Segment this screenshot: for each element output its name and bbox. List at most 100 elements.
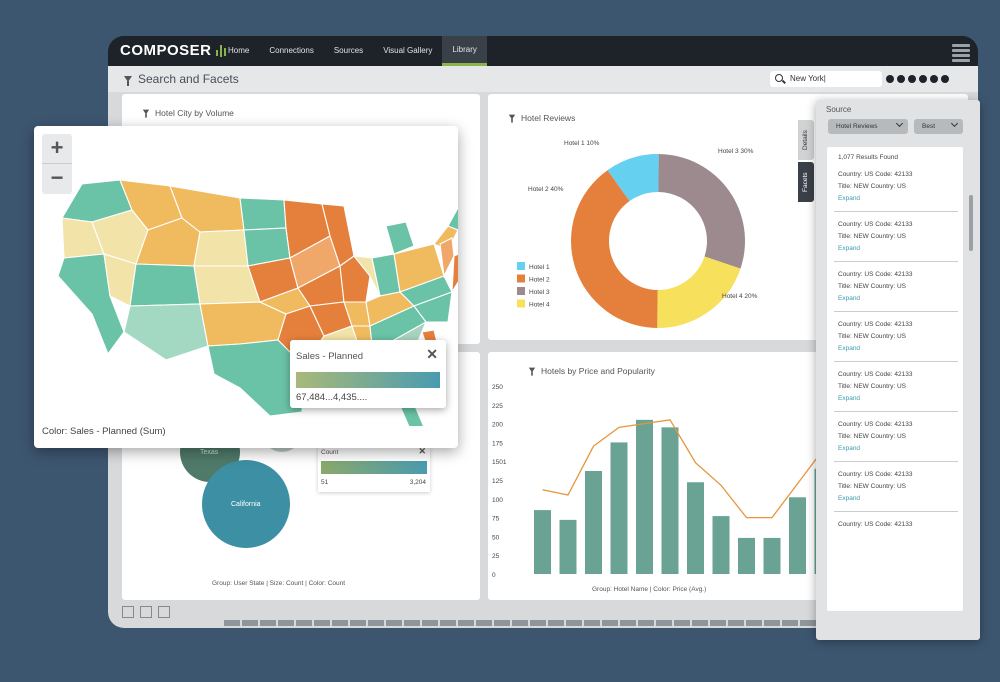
- panel-title-text: Hotel City by Volume: [155, 108, 234, 118]
- view-square-icon[interactable]: [122, 606, 134, 618]
- filter-icon[interactable]: [124, 76, 132, 86]
- nav-connections[interactable]: Connections: [259, 36, 323, 66]
- filter-icon[interactable]: [528, 367, 536, 376]
- legend-swatch: [517, 299, 525, 308]
- main-nav: Home Connections Sources Visual Gallery …: [218, 36, 487, 66]
- results-list: 1,077 Results Found Country: US Code: 42…: [827, 147, 963, 611]
- map-caption: Color: Sales - Planned (Sum): [42, 426, 166, 437]
- dot-icon[interactable]: [930, 75, 938, 83]
- result-line: Country: US Code: 42133: [838, 271, 913, 278]
- results-scrollbar[interactable]: [969, 195, 973, 251]
- legend-swatch: [517, 287, 525, 295]
- slice-label: Hotel 3 30%: [718, 148, 754, 155]
- result-item[interactable]: Country: US Code: 42133 Title: NEW Countr…: [834, 319, 962, 362]
- dot-icon[interactable]: [919, 75, 927, 83]
- slice-label: Hotel 2 40%: [528, 186, 564, 193]
- y-tick-label: 50: [492, 534, 500, 541]
- donut-slice[interactable]: [658, 154, 745, 269]
- state-region[interactable]: [129, 263, 201, 307]
- result-line: Title: NEW Country: US: [838, 433, 907, 440]
- expand-link[interactable]: Expand: [838, 193, 962, 205]
- close-icon[interactable]: ✕: [426, 346, 438, 363]
- bubble-label: Texas: [200, 449, 219, 456]
- toolbar-dots: [886, 75, 952, 83]
- zoom-controls: + −: [42, 134, 72, 194]
- bar[interactable]: [636, 419, 653, 574]
- filter-icon[interactable]: [142, 109, 150, 118]
- bar[interactable]: [610, 442, 628, 574]
- nav-sources[interactable]: Sources: [324, 36, 373, 66]
- dot-icon[interactable]: [886, 75, 894, 83]
- search-value: New York|: [790, 74, 826, 83]
- divider: [834, 411, 958, 412]
- view-square-icon[interactable]: [158, 606, 170, 618]
- dot-icon[interactable]: [897, 75, 905, 83]
- source-dropdown[interactable]: Hotel Reviews: [828, 119, 908, 134]
- result-line: Title: NEW Country: US: [838, 283, 907, 290]
- bar[interactable]: [738, 537, 755, 574]
- dot-icon[interactable]: [908, 75, 916, 83]
- expand-link[interactable]: Expand: [838, 293, 962, 305]
- expand-link[interactable]: Expand: [838, 243, 962, 255]
- y-tick-label: 225: [492, 403, 503, 410]
- state-region[interactable]: [239, 197, 287, 231]
- result-line: Title: NEW Country: US: [838, 183, 907, 190]
- toolbar-title: Search and Facets: [138, 72, 239, 86]
- count-gradient: [321, 461, 427, 474]
- result-item[interactable]: Country: US Code: 42133 Title: NEW Countr…: [834, 419, 962, 462]
- expand-link[interactable]: Expand: [838, 493, 962, 505]
- result-item[interactable]: Country: US Code: 42133 Title: NEW Countr…: [834, 269, 962, 312]
- bar[interactable]: [687, 482, 704, 574]
- divider: [834, 361, 958, 362]
- state-region[interactable]: [385, 221, 415, 255]
- zoom-out-button[interactable]: −: [42, 164, 72, 194]
- result-line: Country: US Code: 42133: [838, 371, 913, 378]
- bar[interactable]: [763, 537, 781, 574]
- bar[interactable]: [789, 497, 806, 574]
- expand-link[interactable]: Expand: [838, 443, 962, 455]
- result-item[interactable]: Country: US Code: 42133 Title: NEW Countr…: [834, 219, 962, 262]
- dot-icon[interactable]: [941, 75, 949, 83]
- bottom-scroll-strip[interactable]: [224, 620, 824, 626]
- nav-home[interactable]: Home: [218, 36, 259, 66]
- result-item[interactable]: Country: US Code: 42133 Title: NEW Countr…: [834, 469, 962, 512]
- dropdown-value: Best: [922, 123, 936, 130]
- sales-legend-title: Sales - Planned: [296, 351, 364, 362]
- search-input[interactable]: New York|: [770, 71, 882, 87]
- chevron-down-icon: [950, 119, 959, 128]
- result-line: Country: US Code: 42133: [838, 521, 913, 528]
- nav-visual-gallery[interactable]: Visual Gallery: [373, 36, 442, 66]
- expand-link[interactable]: Expand: [838, 393, 962, 405]
- bar[interactable]: [585, 470, 602, 574]
- y-tick-label: 125: [492, 478, 503, 485]
- y-tick-label: 175: [492, 440, 503, 447]
- search-facets-toolbar: Search and Facets New York|: [108, 66, 978, 92]
- facets-tab[interactable]: Facets: [798, 162, 814, 202]
- composer-logo[interactable]: COMPOSER: [120, 42, 228, 59]
- bar[interactable]: [559, 519, 577, 574]
- bubble-label: California: [231, 501, 261, 508]
- count-low: 51: [321, 479, 329, 486]
- count-legend-title: Count: [321, 449, 339, 456]
- result-item[interactable]: Country: US Code: 42133: [838, 519, 962, 531]
- view-square-icon[interactable]: [140, 606, 152, 618]
- state-region[interactable]: [193, 229, 249, 267]
- details-tab[interactable]: Details: [798, 120, 814, 160]
- result-line: Country: US Code: 42133: [838, 421, 913, 428]
- bar[interactable]: [534, 510, 551, 574]
- expand-link[interactable]: Expand: [838, 343, 962, 355]
- y-tick-label: 0: [492, 572, 496, 579]
- view-toggles: [122, 606, 176, 618]
- state-region[interactable]: [123, 303, 209, 361]
- hamburger-menu-icon[interactable]: [952, 44, 970, 64]
- source-label: Source: [826, 105, 852, 114]
- zoom-in-button[interactable]: +: [42, 134, 72, 164]
- nav-library[interactable]: Library: [442, 36, 487, 66]
- slice-label: Hotel 1 10%: [564, 140, 600, 147]
- bar[interactable]: [661, 427, 679, 574]
- bar[interactable]: [712, 516, 730, 574]
- result-item[interactable]: Country: US Code: 42133 Title: NEW Countr…: [834, 169, 962, 212]
- y-tick-label: 1501: [492, 459, 507, 466]
- result-item[interactable]: Country: US Code: 42133 Title: NEW Countr…: [834, 369, 962, 412]
- sort-dropdown[interactable]: Best: [914, 119, 963, 134]
